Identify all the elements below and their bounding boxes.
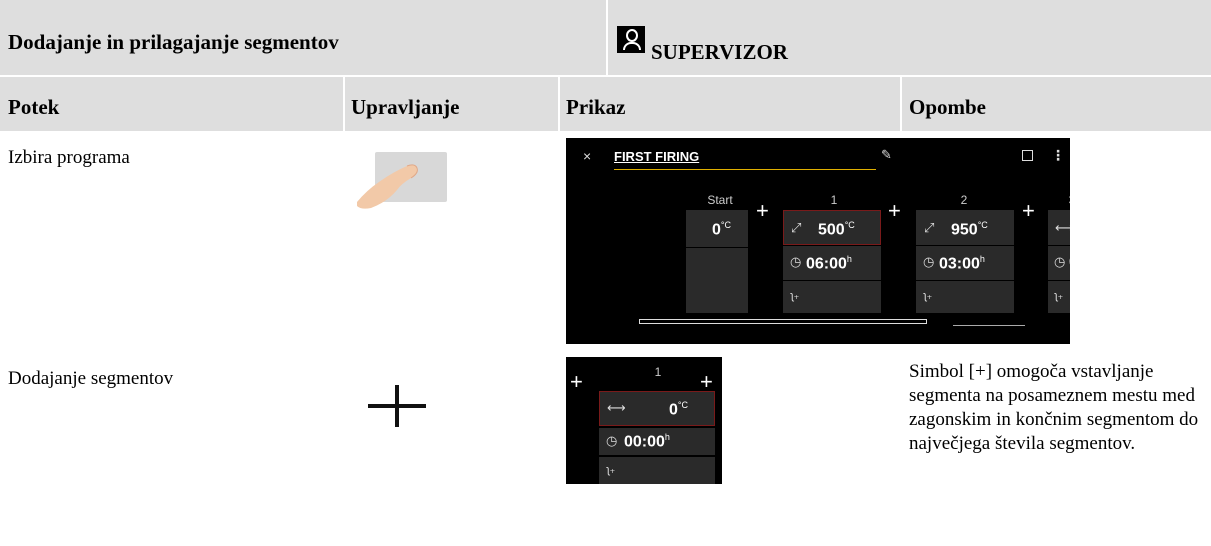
header-prikaz: Prikaz [566, 95, 626, 119]
role-label: SUPERVIZOR [651, 40, 788, 64]
segment-time: 00:00h [624, 432, 670, 451]
event-add-icon: ʅ₊ [791, 290, 800, 302]
device-screen-add-segment: + + 1 ⟷ 0°C ◷ 00:00h ʅ₊ [566, 357, 722, 484]
segment-2-label: 2 [960, 193, 968, 207]
start-label: Start [707, 193, 733, 207]
header-upravljanje: Upravljanje [351, 95, 460, 119]
segment-3-time: 04 [1069, 254, 1070, 272]
header-opombe: Opombe [909, 95, 987, 119]
clock-icon: ◷ [790, 254, 802, 269]
header-separator [343, 77, 345, 131]
segment-2-time: 03:00h [939, 254, 985, 273]
add-segment-icon[interactable]: + [756, 198, 769, 224]
program-name[interactable]: FIRST FIRING [614, 149, 699, 164]
finger-tap-icon [357, 152, 447, 209]
add-segment-icon[interactable]: + [1022, 198, 1035, 224]
row1-step: Izbira programa [8, 147, 130, 168]
ramp-icon: ⤢ [791, 220, 802, 235]
title-divider [606, 0, 608, 75]
row2-note: Simbol [+] omogoča vstavljanje segmenta … [909, 361, 1199, 454]
plus-icon [368, 385, 426, 427]
header-potek: Potek [8, 95, 60, 119]
segment-3-label: 3 [1064, 193, 1070, 207]
start-temp: 0°C [712, 220, 732, 239]
pencil-icon[interactable]: ✎ [881, 147, 892, 163]
segment-2-temp: 950°C [951, 220, 988, 239]
ramp-icon: ⤢ [924, 220, 935, 235]
close-icon[interactable]: × [583, 148, 591, 164]
row2-step: Dodajanje segmentov [8, 368, 174, 389]
clock-icon: ◷ [1054, 254, 1066, 269]
event-add-icon: ʅ₊ [607, 464, 616, 476]
event-add-icon: ʅ₊ [924, 290, 933, 302]
scrollbar-track [953, 325, 1025, 326]
segment-label: 1 [654, 365, 662, 379]
program-name-underline [614, 169, 876, 170]
segment-1-label: 1 [830, 193, 838, 207]
segment-1-temp: 500°C [818, 220, 855, 239]
clock-icon: ◷ [606, 433, 618, 448]
add-segment-icon[interactable]: + [888, 198, 901, 224]
hold-icon: ⟷ [607, 400, 626, 415]
segment-extra-cell[interactable] [599, 457, 715, 484]
segment-temp: 0°C [669, 400, 689, 419]
save-icon[interactable] [1022, 150, 1033, 161]
header-separator [900, 77, 902, 131]
event-add-icon: ʅ₊ [1055, 290, 1064, 302]
document-title: Dodajanje in prilagajanje segmentov [8, 30, 339, 54]
segment-1-time: 06:00h [806, 254, 852, 273]
hold-icon: ⟷ [1055, 220, 1070, 235]
horizontal-scrollbar[interactable] [639, 319, 927, 324]
clock-icon: ◷ [923, 254, 935, 269]
add-segment-icon[interactable]: + [570, 369, 583, 395]
start-empty-cell [686, 248, 748, 313]
user-icon [617, 26, 645, 53]
menu-icon[interactable]: ⋮ [1051, 147, 1065, 164]
device-screen-program: × FIRST FIRING ✎ ⋮ Start 0°C + 1 ⤢ 500°C… [566, 138, 1070, 344]
header-separator [558, 77, 560, 131]
